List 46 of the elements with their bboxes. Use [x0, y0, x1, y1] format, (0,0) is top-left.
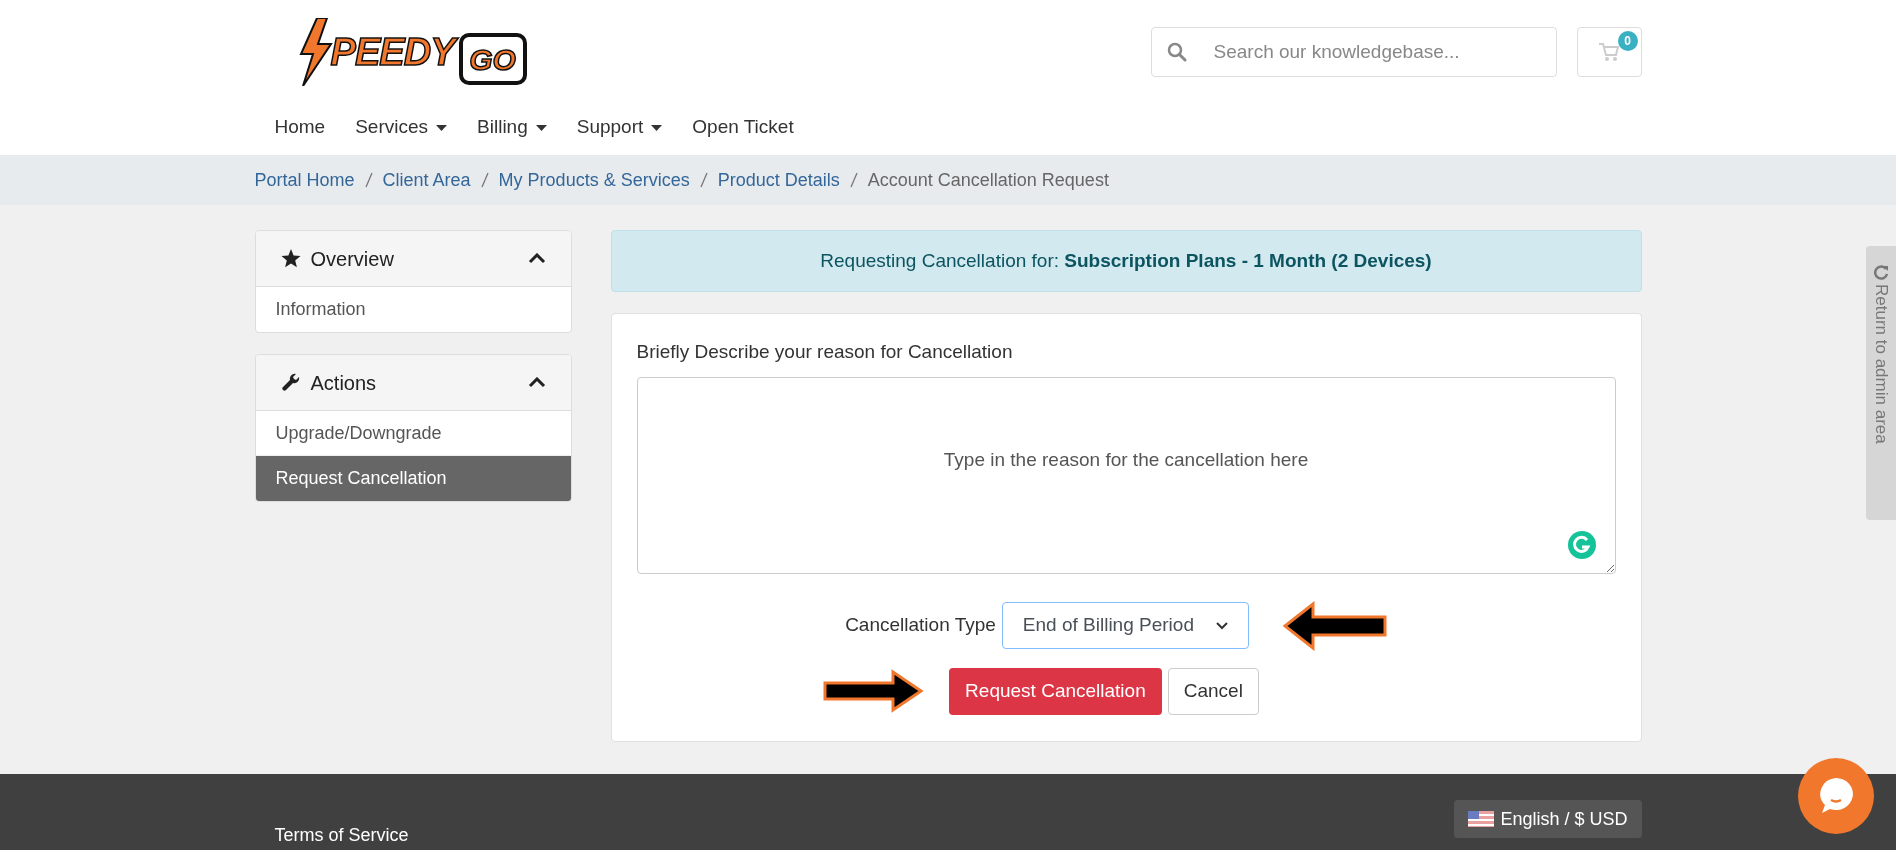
chat-bubble-icon — [1818, 777, 1854, 815]
refresh-icon — [1873, 264, 1889, 280]
request-cancellation-button[interactable]: Request Cancellation — [949, 667, 1162, 715]
cart-count-badge: 0 — [1617, 31, 1638, 51]
breadcrumb-current: Account Cancellation Request — [867, 168, 1109, 192]
language-button[interactable]: English / $ USD — [1454, 800, 1642, 838]
separator-icon — [849, 172, 858, 188]
cancellation-notice: Requesting Cancellation for: Subscription Plans - 1 Month (2 Devices) — [610, 230, 1642, 292]
panel-title: Overview — [310, 246, 395, 272]
caret-down-icon — [651, 124, 663, 131]
breadcrumb-link[interactable]: Client Area — [382, 166, 471, 194]
flag-icon — [1468, 811, 1495, 827]
right-arrow-icon — [823, 669, 924, 713]
search-field[interactable]: Search our knowledgebase... — [1150, 27, 1557, 77]
breadcrumb-link[interactable]: Product Details — [717, 166, 840, 194]
breadcrumb-link[interactable]: My Products & Services — [498, 166, 690, 194]
breadcrumb-link[interactable]: Portal Home — [254, 166, 355, 194]
cancellation-type-select[interactable]: End of Billing Period — [1001, 602, 1249, 649]
sidebar-item[interactable]: Information — [255, 287, 571, 332]
panel-header[interactable]: Overview — [255, 231, 571, 287]
cancel-button[interactable]: Cancel — [1167, 667, 1259, 715]
separator-icon — [699, 172, 708, 188]
cart-icon — [1598, 42, 1620, 62]
sidebar-item[interactable]: Request Cancellation — [255, 456, 571, 501]
nav-link[interactable]: Open Ticket — [692, 113, 794, 142]
logo[interactable]: PEEDY GO — [294, 16, 527, 88]
caret-down-icon — [436, 124, 448, 131]
left-arrow-icon — [1282, 600, 1387, 651]
reason-textarea[interactable]: Type in the reason for the cancellation here — [636, 376, 1616, 574]
wrench-icon — [280, 372, 301, 393]
footer-link[interactable]: Terms of Service — [274, 822, 409, 849]
caret-down-icon — [535, 124, 547, 131]
separator-icon — [480, 172, 489, 188]
search-icon — [1166, 42, 1187, 62]
panel-title: Actions — [310, 370, 378, 396]
reason-label: Briefly Describe your reason for Cancellation — [636, 340, 1014, 364]
nav-link[interactable]: Home — [274, 113, 326, 142]
cancellation-type-label: Cancellation Type — [845, 613, 996, 638]
chevron-down-icon — [1215, 621, 1228, 630]
panel-header[interactable]: Actions — [255, 355, 571, 411]
nav-link[interactable]: Services — [355, 113, 448, 142]
tv-drawing: GO — [458, 33, 527, 85]
star-icon — [280, 249, 301, 268]
nav-link[interactable]: Support — [576, 113, 663, 142]
nav-link[interactable]: Billing — [477, 113, 547, 142]
separator-icon — [364, 172, 373, 188]
